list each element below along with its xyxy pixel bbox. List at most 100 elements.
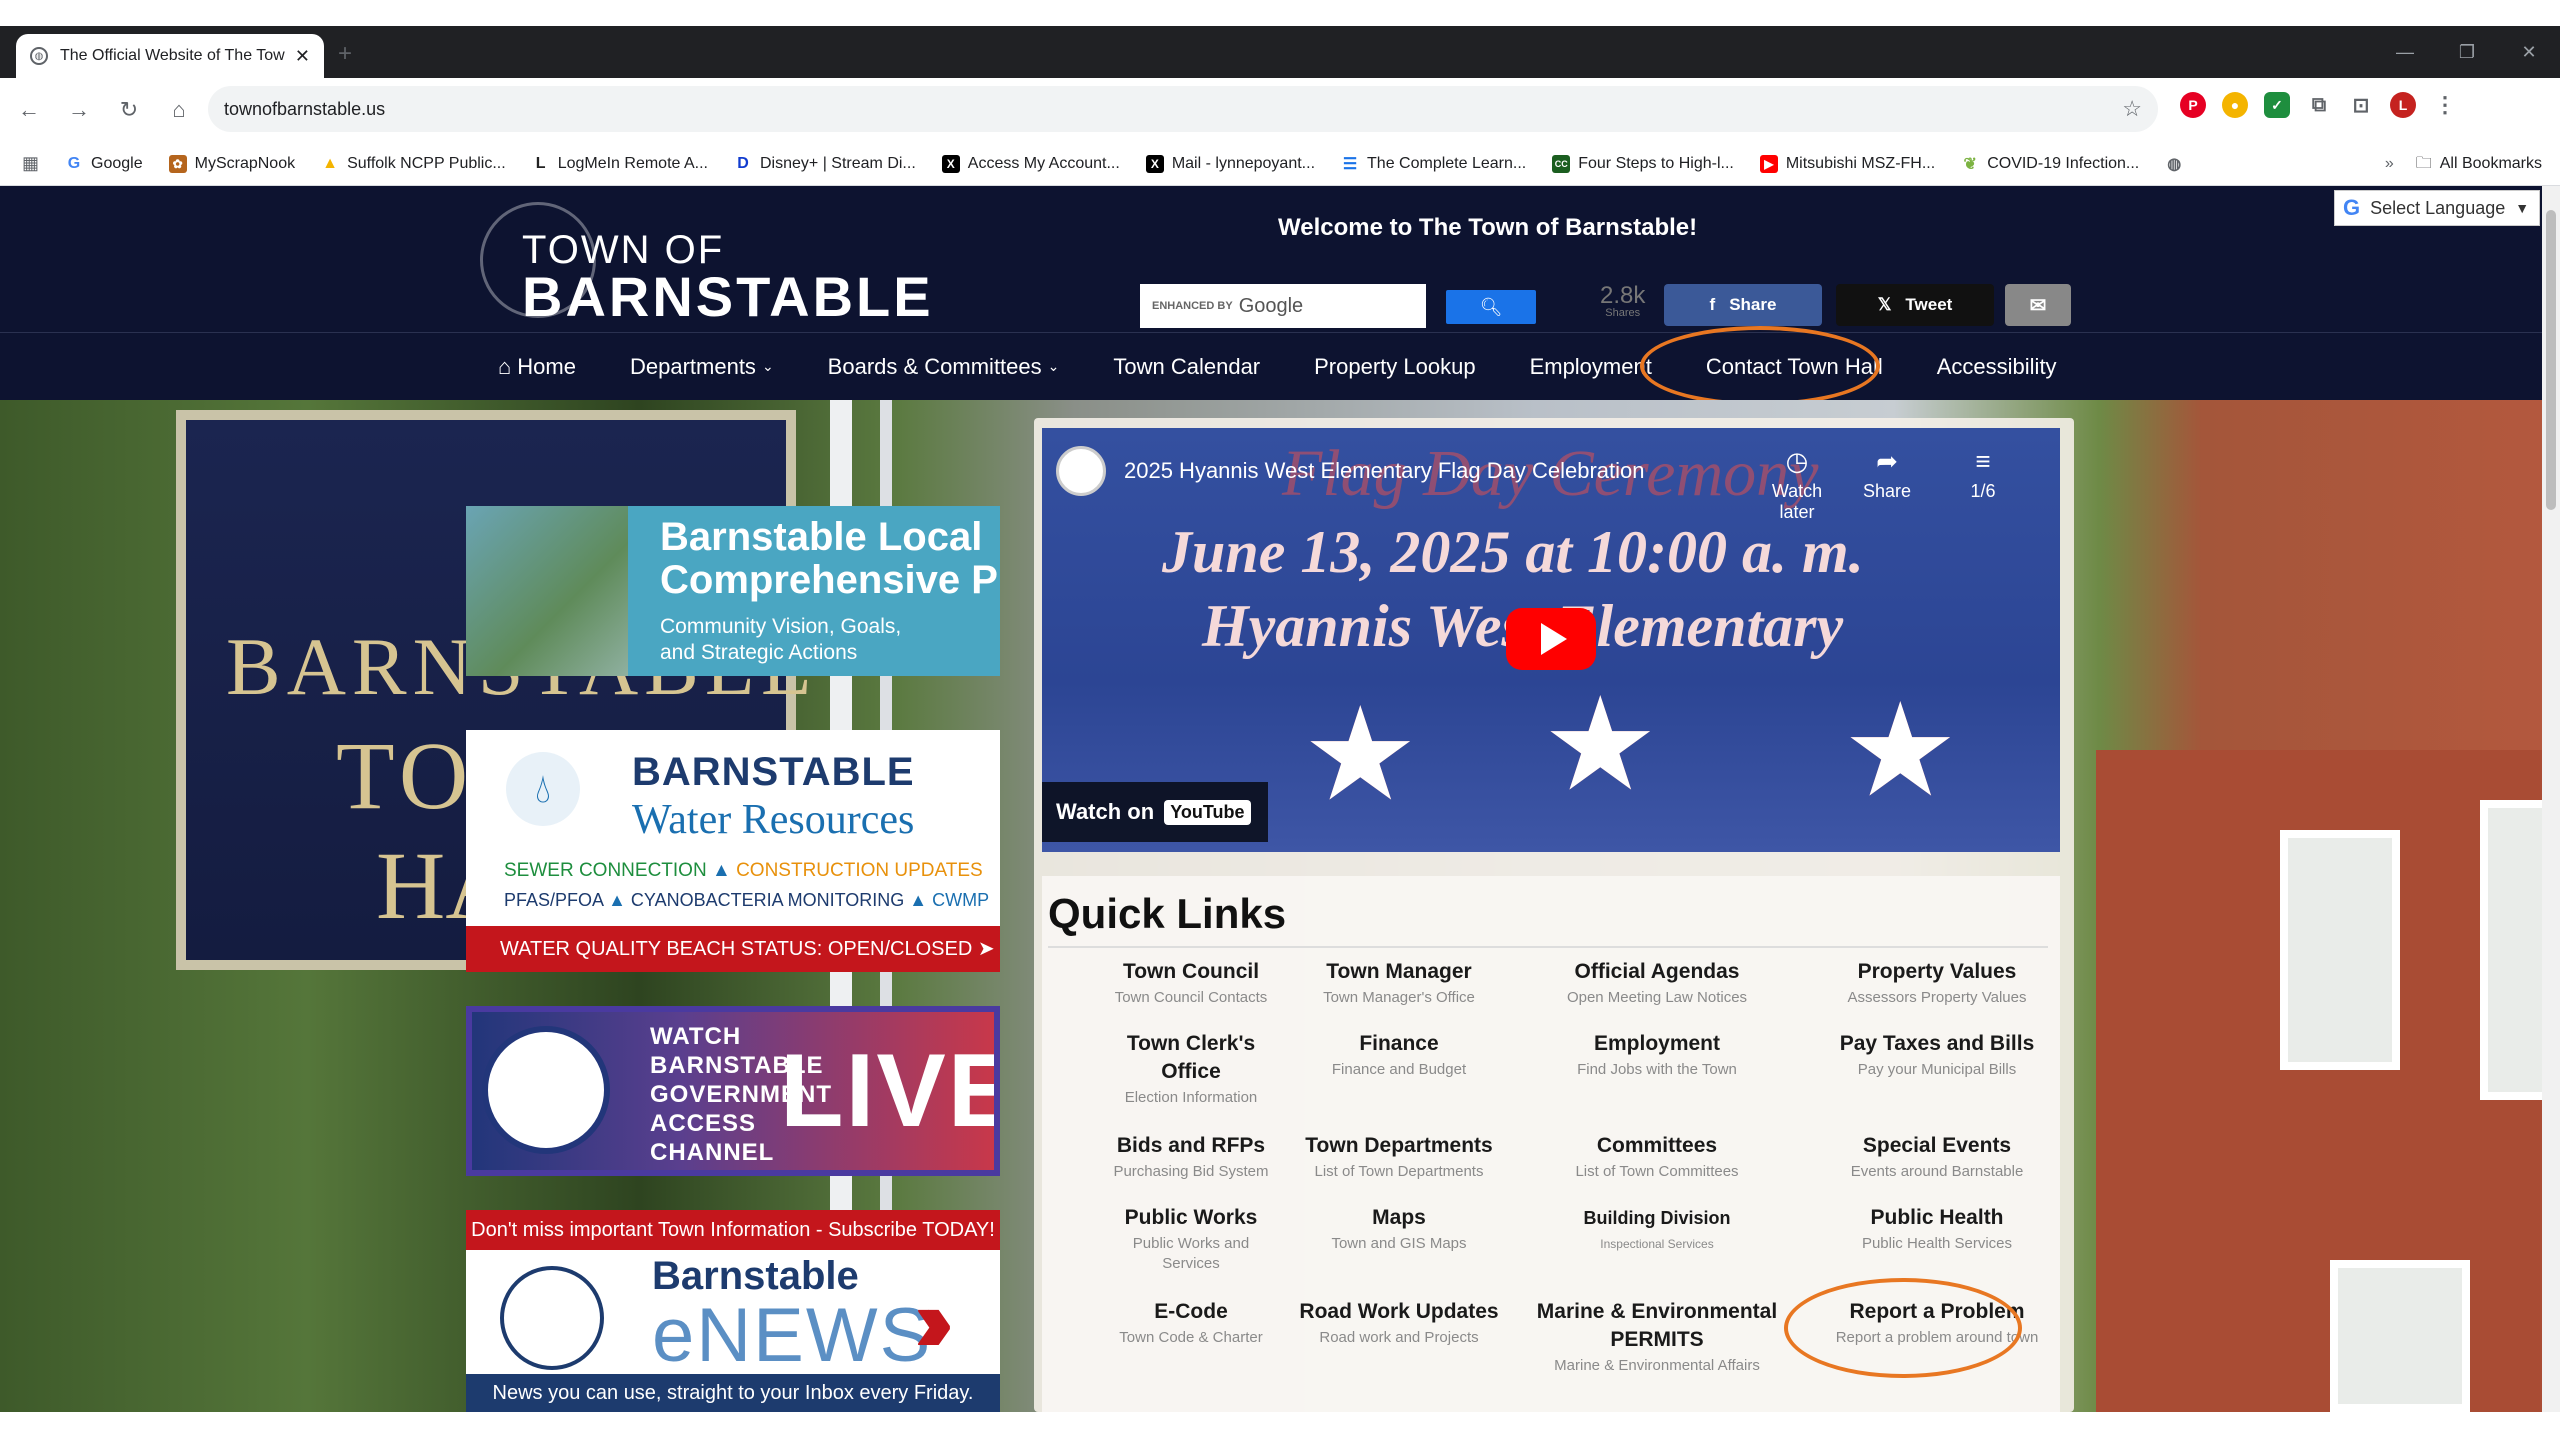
banner-links-row: SEWER CONNECTION ▲ CONSTRUCTION UPDATES (504, 860, 983, 881)
play-button[interactable] (1506, 608, 1596, 670)
ccc-icon: CC (1552, 154, 1571, 173)
translate-select[interactable]: G Select Language ▼ (2334, 190, 2540, 226)
channel-avatar[interactable] (1056, 446, 1106, 496)
quick-link-special-events[interactable]: Special Events Events around Barnstable (1812, 1132, 2062, 1182)
nav-property-lookup[interactable]: Property Lookup (1314, 354, 1475, 380)
nav-label: Town Calendar (1113, 353, 1261, 379)
bookmark-mail[interactable]: X Mail - lynnepoyant... (1145, 154, 1315, 173)
back-icon[interactable]: ← (4, 97, 54, 123)
live-channel-banner[interactable]: WATCH BARNSTABLE GOVERNMENT ACCESS CHANN… (466, 1006, 1000, 1176)
bookmark-suffolk[interactable]: ▲ Suffolk NCPP Public... (321, 155, 506, 173)
quick-link-marine-permits[interactable]: Marine & Environmental PERMITS Marine & E… (1522, 1298, 1792, 1376)
tab-title: The Official Website of The Tow (60, 47, 285, 64)
extension-coin-icon[interactable]: ● (2222, 92, 2248, 118)
home-icon[interactable]: ⌂ (154, 97, 204, 123)
nav-town-calendar[interactable]: Town Calendar (1113, 354, 1260, 380)
quick-link-committees[interactable]: Committees List of Town Committees (1532, 1132, 1782, 1182)
bookmark-four-steps[interactable]: CC Four Steps to High-l... (1552, 154, 1734, 173)
bookmark-globe[interactable]: ◍ (2165, 155, 2191, 173)
bookmark-covid[interactable]: ❦ COVID-19 Infection... (1961, 155, 2139, 173)
water-resources-banner[interactable]: 💧︎ BARNSTABLE Water Resources SEWER CONN… (466, 730, 1000, 972)
x-logo-icon: 𝕏 (1877, 295, 1892, 314)
tab-search-icon[interactable]: ⊡ (2348, 92, 2374, 118)
quick-link-town-departments[interactable]: Town Departments List of Town Departments (1274, 1132, 1524, 1182)
close-tab-icon[interactable]: ✕ (295, 46, 310, 67)
address-bar[interactable]: ☰ townofbarnstable.us ☆ (208, 86, 2158, 292)
quick-link-property-values[interactable]: Property Values Assessors Property Values (1812, 958, 2062, 1008)
quick-link-employment[interactable]: Employment Find Jobs with the Town (1532, 1030, 1782, 1080)
banner-title: BARNSTABLE (632, 750, 915, 794)
bookmark-label: COVID-19 Infection... (1987, 154, 2140, 172)
comprehensive-plan-banner[interactable]: Barnstable LocalComprehensive Plan Commu… (466, 506, 1000, 676)
new-tab-icon[interactable]: + (338, 40, 352, 68)
lines-icon: ☰ (1342, 155, 1358, 173)
bookmark-label: LogMeIn Remote A... (557, 154, 708, 172)
profile-avatar[interactable]: L (2390, 92, 2416, 118)
quick-link-official-agendas[interactable]: Official Agendas Open Meeting Law Notices (1532, 958, 1782, 1008)
bookmark-logmein[interactable]: L LogMeIn Remote A... (532, 155, 708, 173)
forward-icon[interactable]: → (54, 97, 104, 123)
quick-link-building-division[interactable]: Building Division Inspectional Services (1532, 1204, 1782, 1254)
quick-link-pay-taxes[interactable]: Pay Taxes and Bills Pay your Municipal Bi… (1812, 1030, 2062, 1080)
live-label: LIVE (780, 1033, 1000, 1149)
drive-icon: ▲ (322, 154, 339, 172)
window (2330, 1260, 2470, 1412)
watch-later-button[interactable]: ◷ Watch later (1752, 446, 1842, 523)
bookmark-star-icon[interactable]: ☆ (2122, 96, 2142, 122)
restore-icon[interactable]: ❐ (2436, 26, 2498, 78)
chevron-down-icon: ⌄ (761, 358, 774, 374)
apps-grid-icon[interactable]: ▦ (22, 153, 39, 174)
minimize-icon[interactable]: — (2374, 26, 2436, 78)
town-seal-icon (500, 1266, 604, 1370)
nav-boards-committees[interactable]: Boards & Committees ⌄ (828, 354, 1060, 380)
quick-links-heading: Quick Links (1048, 890, 1287, 937)
youtube-video-embed[interactable]: Flag Day Ceremony 2025 Hyannis West Elem… (1042, 428, 2060, 852)
beach-status-link[interactable]: WATER QUALITY BEACH STATUS: OPEN/CLOSED … (466, 926, 1000, 972)
nav-employment[interactable]: Employment (1530, 354, 1652, 380)
checkmark-extension-icon[interactable]: ✓ (2264, 92, 2290, 118)
facebook-share-label: Share (1729, 295, 1777, 314)
search-input[interactable]: ENHANCED BY Google (1140, 284, 1426, 328)
email-share-button[interactable]: ✉ (2005, 284, 2071, 326)
scrollbar-thumb[interactable] (2546, 210, 2556, 510)
nav-accessibility[interactable]: Accessibility (1937, 354, 2057, 380)
bookmark-complete-learn[interactable]: ☰ The Complete Learn... (1341, 155, 1526, 173)
bottom-edge (0, 1412, 2560, 1440)
puzzle-icon[interactable]: ⧉ (2306, 92, 2332, 118)
bookmark-google[interactable]: G Google (65, 155, 143, 173)
nav-label: Property Lookup (1314, 353, 1476, 379)
url-text[interactable]: townofbarnstable.us (224, 99, 2122, 120)
video-share-button[interactable]: ➦ Share (1842, 446, 1932, 502)
video-title[interactable]: 2025 Hyannis West Elementary Flag Day Ce… (1124, 458, 1645, 484)
playlist-button[interactable]: ≡ 1/6 (1938, 446, 2028, 502)
quick-link-road-work[interactable]: Road Work Updates Road work and Projects (1274, 1298, 1524, 1348)
nav-home[interactable]: ⌂ Home (498, 354, 576, 380)
bookmark-myscrapnook[interactable]: ✿ MyScrapNook (168, 154, 295, 173)
nav-label: Departments (629, 353, 756, 379)
nav-departments[interactable]: Departments ⌄ (630, 354, 774, 380)
tweet-button[interactable]: 𝕏 Tweet (1836, 284, 1994, 326)
all-bookmarks[interactable]: » 🗀 All Bookmarks (2385, 142, 2542, 186)
chevron-more-icon[interactable]: » (2385, 155, 2394, 172)
quick-link-public-health[interactable]: Public Health Public Health Services (1812, 1204, 2062, 1254)
bookmark-access-account[interactable]: X Access My Account... (941, 154, 1120, 173)
pinterest-icon[interactable]: P (2180, 92, 2206, 118)
quick-link-town-manager[interactable]: Town Manager Town Manager's Office (1274, 958, 1524, 1008)
facebook-icon: f (1709, 295, 1716, 314)
bookmark-disney[interactable]: D Disney+ | Stream Di... (734, 155, 916, 173)
page-scrollbar[interactable] (2542, 186, 2560, 1412)
reload-icon[interactable]: ↻ (104, 97, 154, 123)
enews-banner[interactable]: Don't miss important Town Information - … (466, 1210, 1000, 1412)
bookmark-mitsubishi[interactable]: ▶ Mitsubishi MSZ-FH... (1759, 154, 1935, 173)
menu-dots-icon[interactable]: ⋮ (2432, 92, 2458, 118)
watch-on-youtube-button[interactable]: Watch on YouTube (1042, 782, 1268, 842)
browser-tab[interactable]: ◍ The Official Website of The Tow ✕ (16, 34, 324, 78)
close-window-icon[interactable]: ✕ (2498, 26, 2560, 78)
window-controls: — ❐ ✕ (2374, 26, 2560, 78)
quick-link-maps[interactable]: Maps Town and GIS Maps (1274, 1204, 1524, 1254)
search-button[interactable]: 🔍︎ (1446, 290, 1536, 324)
welcome-text: Welcome to The Town of Barnstable! (1278, 214, 1698, 241)
quick-link-finance[interactable]: Finance Finance and Budget (1274, 1030, 1524, 1080)
facebook-share-button[interactable]: f Share (1664, 284, 1822, 326)
double-chevron-icon: ›› (914, 1271, 954, 1371)
